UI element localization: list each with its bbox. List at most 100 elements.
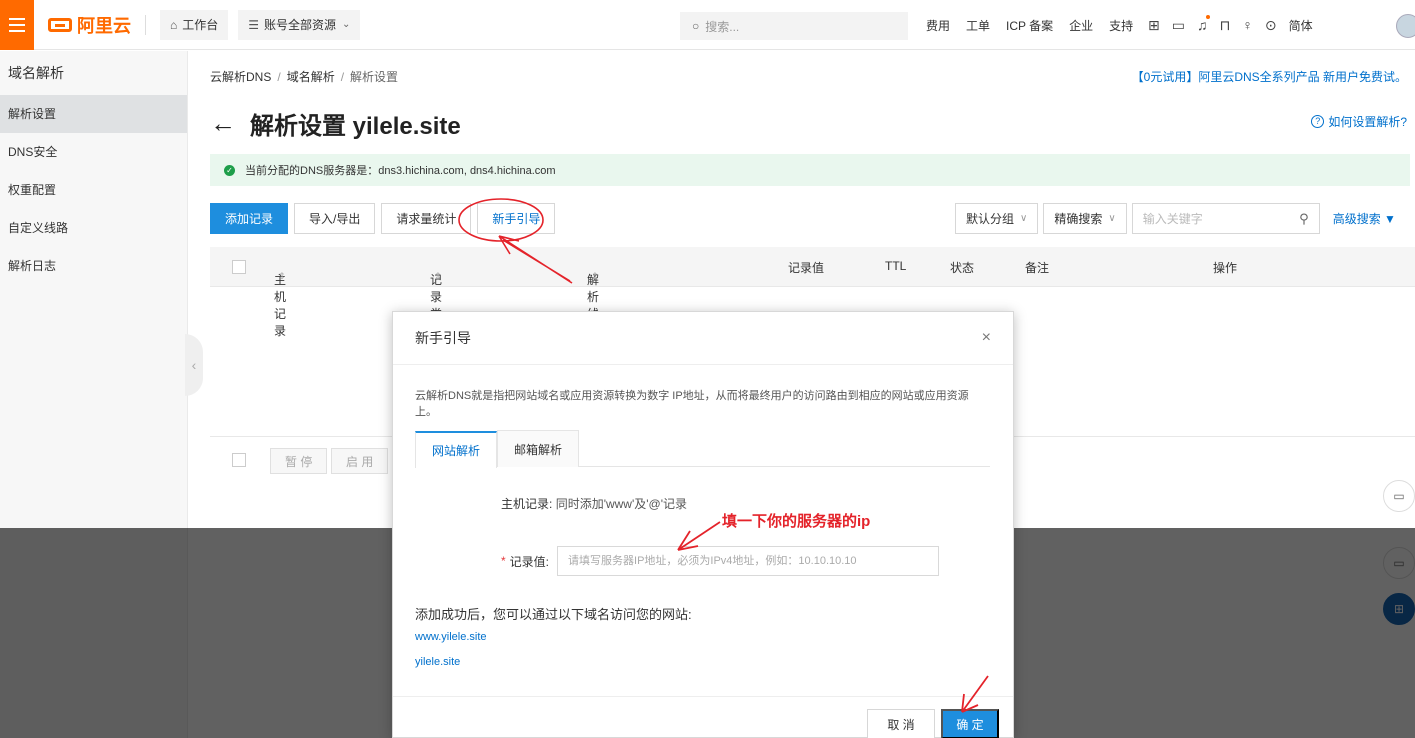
language-switch[interactable]: 简体 <box>1289 17 1313 34</box>
enable-button[interactable]: 启 用 <box>331 448 389 474</box>
top-link-enterprise[interactable]: 企业 <box>1069 17 1093 34</box>
group-select[interactable]: 默认分组 ∨ <box>955 203 1039 234</box>
page-title: ← 解析设置 yilele.site <box>210 106 461 141</box>
dns-banner-text: 当前分配的DNS服务器是：dns3.hichina.com, dns4.hich… <box>245 165 556 177</box>
help-icon[interactable]: ⊙ <box>1265 17 1277 34</box>
sidebar-item-resolve-settings[interactable]: 解析设置 <box>0 95 187 133</box>
menu-icon[interactable] <box>0 0 34 50</box>
column-action: 操作 <box>1213 261 1238 275</box>
required-mark: * <box>501 554 506 568</box>
column-remark: 备注 <box>1025 261 1050 275</box>
modal-header: 新手引导 × <box>393 312 1013 365</box>
column-ttl: TTL <box>885 259 907 273</box>
search-icon[interactable]: ⚲ <box>1299 211 1309 227</box>
host-record-label: 主机记录: <box>501 497 553 511</box>
select-all-checkbox[interactable] <box>232 260 246 274</box>
host-record-row: 主机记录: 同时添加'www'及'@'记录 <box>501 495 687 512</box>
breadcrumb-item[interactable]: 云解析DNS <box>210 70 271 84</box>
top-link-ticket[interactable]: 工单 <box>966 17 990 34</box>
cart-icon[interactable]: ⊓ <box>1219 17 1230 34</box>
guide-modal: 新手引导 × 云解析DNS就是指把网站域名或应用资源转换为数字 IP地址，从而将… <box>392 311 1014 738</box>
advanced-search-link[interactable]: 高级搜索 ▼ <box>1333 203 1396 234</box>
import-export-button[interactable]: 导入/导出 <box>294 203 376 234</box>
site-link-www[interactable]: www.yilele.site <box>415 631 487 643</box>
help-link[interactable]: ? 如何设置解析? <box>1311 113 1407 130</box>
site-link-root[interactable]: yilele.site <box>415 656 460 668</box>
beginner-guide-button[interactable]: 新手引导 <box>477 203 556 234</box>
promo-link[interactable]: 【0元试用】阿里云DNS全系列产品 新用户免费试。 <box>1132 68 1407 85</box>
record-value-row: * 记录值: <box>501 546 940 576</box>
search-icon: ○ <box>692 19 700 33</box>
lightbulb-icon[interactable]: ♀ <box>1242 17 1253 33</box>
sidebar-title: 域名解析 <box>8 65 64 81</box>
pause-button[interactable]: 暂 停 <box>270 448 328 474</box>
toolbar: 添加记录 导入/导出 请求量统计 新手引导 <box>210 203 556 234</box>
close-icon[interactable]: × <box>982 329 991 347</box>
request-stats-button[interactable]: 请求量统计 <box>381 203 472 234</box>
help-link-label: 如何设置解析? <box>1328 115 1407 129</box>
list-icon: ☰ <box>248 17 260 32</box>
cancel-button[interactable]: 取 消 <box>867 709 935 738</box>
page-title-text: 解析设置 yilele.site <box>250 113 461 140</box>
workbench-label: 工作台 <box>182 18 219 32</box>
brand-name: 阿里云 <box>77 15 131 36</box>
search-placeholder: 搜索... <box>705 19 740 34</box>
chevron-down-icon: ∨ <box>1020 213 1028 224</box>
keyword-placeholder: 输入关键字 <box>1142 212 1203 226</box>
column-value: 记录值 <box>788 261 825 275</box>
sort-icon: ⇕ <box>278 271 286 281</box>
tab-mail[interactable]: 邮箱解析 <box>497 430 580 467</box>
keyword-input[interactable]: 输入关键字 ⚲ <box>1131 203 1320 234</box>
workbench-button[interactable]: ⌂ 工作台 <box>160 9 229 40</box>
check-circle-icon: ✓ <box>224 164 235 176</box>
resources-label: 账号全部资源 <box>264 18 337 32</box>
back-arrow-icon[interactable]: ← <box>210 108 236 139</box>
sort-icon: ⇕ <box>434 271 442 281</box>
filters: 默认分组 ∨ 精确搜索 ∨ 输入关键字 ⚲ 高级搜索 ▼ <box>955 203 1396 234</box>
aliyun-logo-icon <box>48 17 72 32</box>
sidebar-item-dns-security[interactable]: DNS安全 <box>0 133 187 171</box>
sidebar-item-weight[interactable]: 权重配置 <box>0 171 187 209</box>
after-success-text: 添加成功后，您可以通过以下域名访问您的网站: <box>415 607 692 622</box>
record-value-label: 记录值: <box>509 554 550 569</box>
confirm-button[interactable]: 确 定 <box>941 709 999 738</box>
record-value-input[interactable] <box>557 546 940 576</box>
divider <box>145 14 146 35</box>
chevron-down-icon: ∨ <box>1108 213 1116 224</box>
table-header: 主机记录⇕ 记录类型⇕ 解析线路(isp)⇕ 记录值 TTL 状态 备注 操作 <box>210 247 1415 353</box>
top-link-billing[interactable]: 费用 <box>926 17 950 34</box>
global-search-input[interactable]: ○ 搜索... <box>680 12 908 40</box>
top-link-icp[interactable]: ICP 备案 <box>1006 17 1053 34</box>
breadcrumb-item: 解析设置 <box>350 70 399 84</box>
chevron-down-icon: ⌄ <box>342 19 351 30</box>
modal-footer: 取 消 确 定 <box>393 696 1013 738</box>
chevron-left-icon: ‹ <box>191 357 197 373</box>
terminal-icon[interactable]: ▭ <box>1172 17 1185 34</box>
modal-description: 云解析DNS就是指把网站域名或应用资源转换为数字 IP地址，从而将最终用户的访问… <box>415 390 969 418</box>
resources-dropdown[interactable]: ☰ 账号全部资源 ⌄ <box>238 9 361 40</box>
avatar[interactable] <box>1396 14 1415 38</box>
brand-logo[interactable]: 阿里云 <box>48 12 131 38</box>
batch-select-checkbox[interactable] <box>232 453 246 467</box>
dns-server-banner: ✓ 当前分配的DNS服务器是：dns3.hichina.com, dns4.hi… <box>210 154 1410 186</box>
sidebar-collapse-handle[interactable]: ‹ <box>185 334 203 396</box>
add-record-button[interactable]: 添加记录 <box>210 203 289 234</box>
exact-search-select[interactable]: 精确搜索 ∨ <box>1043 203 1127 234</box>
annotation-text: 填一下你的服务器的ip <box>722 513 871 530</box>
sidebar-item-log[interactable]: 解析日志 <box>0 247 187 285</box>
bell-icon[interactable]: ♫ <box>1197 15 1210 33</box>
group-select-label: 默认分组 <box>966 212 1015 226</box>
breadcrumb: 云解析DNS / 域名解析 / 解析设置 <box>210 70 399 84</box>
column-status: 状态 <box>950 261 975 275</box>
code-icon[interactable]: ⊞ <box>1148 17 1160 34</box>
breadcrumb-item[interactable]: 域名解析 <box>287 70 335 84</box>
question-icon: ? <box>1311 115 1325 128</box>
modal-title: 新手引导 <box>415 330 471 346</box>
top-link-support[interactable]: 支持 <box>1109 17 1133 34</box>
exact-search-label: 精确搜索 <box>1054 212 1103 226</box>
sidebar-item-custom-line[interactable]: 自定义线路 <box>0 209 187 247</box>
top-links: 费用 工单 ICP 备案 企业 支持 <box>926 0 1133 50</box>
chat-icon[interactable]: ▭ <box>1383 480 1415 512</box>
sort-icon: ⇕ <box>591 271 599 281</box>
tab-website[interactable]: 网站解析 <box>415 431 498 468</box>
